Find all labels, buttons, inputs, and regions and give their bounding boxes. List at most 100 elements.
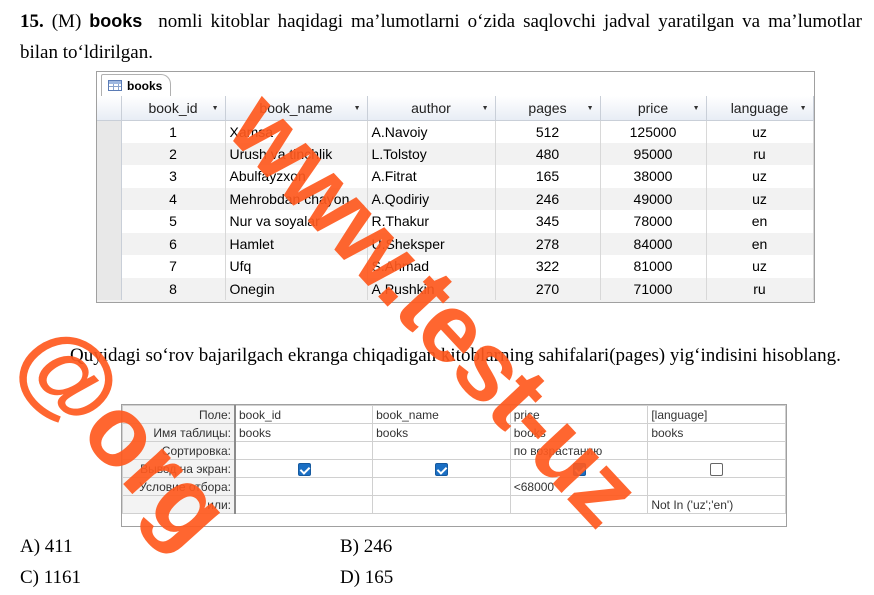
cell-price[interactable]: 49000 bbox=[600, 187, 707, 210]
grid-cell[interactable]: book_name bbox=[372, 405, 511, 424]
cell-book-id[interactable]: 2 bbox=[121, 142, 226, 165]
cell-language[interactable]: ru bbox=[706, 142, 814, 165]
grid-cell[interactable]: [language] bbox=[647, 405, 786, 424]
cell-language[interactable]: uz bbox=[706, 255, 814, 278]
cell-pages[interactable]: 278 bbox=[495, 232, 601, 255]
grid-cell[interactable] bbox=[372, 495, 511, 514]
cell-price[interactable]: 95000 bbox=[600, 142, 707, 165]
grid-cell[interactable] bbox=[234, 495, 374, 514]
grid-cell[interactable] bbox=[372, 441, 511, 460]
table-row[interactable]: 6 Hamlet U.Sheksper 278 84000 en bbox=[97, 232, 814, 255]
grid-cell[interactable] bbox=[372, 477, 511, 496]
cell-book-id[interactable]: 3 bbox=[121, 165, 226, 188]
cell-author[interactable]: U.Sheksper bbox=[367, 232, 496, 255]
column-header-book-id[interactable]: book_id ▼ bbox=[121, 96, 226, 121]
column-header-book-name[interactable]: book_name ▼ bbox=[225, 96, 368, 121]
grid-cell[interactable]: price bbox=[509, 405, 649, 424]
table-row[interactable]: 2 Urush va tinchlik L.Tolstoy 480 95000 … bbox=[97, 142, 814, 165]
cell-pages[interactable]: 322 bbox=[495, 255, 601, 278]
cell-book-id[interactable]: 1 bbox=[121, 120, 226, 143]
tab-books[interactable]: books bbox=[101, 74, 171, 96]
cell-pages[interactable]: 512 bbox=[495, 120, 601, 143]
cell-book-name[interactable]: Xamsa bbox=[225, 120, 368, 143]
cell-price[interactable]: 125000 bbox=[600, 120, 707, 143]
grid-cell[interactable] bbox=[234, 441, 374, 460]
dropdown-arrow-icon[interactable]: ▼ bbox=[212, 105, 219, 112]
cell-language[interactable]: uz bbox=[706, 120, 814, 143]
grid-cell[interactable] bbox=[509, 495, 649, 514]
cell-book-name[interactable]: Ufq bbox=[225, 255, 368, 278]
cell-author[interactable]: A.Pushkin bbox=[367, 277, 496, 300]
cell-price[interactable]: 84000 bbox=[600, 232, 707, 255]
grid-cell[interactable]: Not In ('uz';'en') bbox=[647, 495, 786, 514]
grid-cell[interactable]: по возрастанию bbox=[509, 441, 649, 460]
dropdown-arrow-icon[interactable]: ▼ bbox=[800, 105, 807, 112]
grid-cell[interactable]: books bbox=[372, 423, 511, 442]
cell-book-name[interactable]: Urush va tinchlik bbox=[225, 142, 368, 165]
cell-book-name[interactable]: Hamlet bbox=[225, 232, 368, 255]
show-checkbox[interactable] bbox=[434, 462, 448, 476]
answer-c[interactable]: C) 1161 bbox=[20, 567, 81, 589]
grid-cell[interactable]: books bbox=[647, 423, 786, 442]
row-selector[interactable] bbox=[97, 120, 122, 143]
grid-cell[interactable]: books bbox=[509, 423, 649, 442]
cell-author[interactable]: L.Tolstoy bbox=[367, 142, 496, 165]
show-checkbox[interactable] bbox=[572, 462, 586, 476]
row-selector[interactable] bbox=[97, 210, 122, 233]
grid-cell[interactable] bbox=[647, 441, 786, 460]
show-checkbox[interactable] bbox=[297, 462, 311, 476]
table-row[interactable]: 8 Onegin A.Pushkin 270 71000 ru bbox=[97, 277, 814, 300]
cell-pages[interactable]: 480 bbox=[495, 142, 601, 165]
row-selector[interactable] bbox=[97, 165, 122, 188]
cell-author[interactable]: S.Ahmad bbox=[367, 255, 496, 278]
dropdown-arrow-icon[interactable]: ▼ bbox=[354, 105, 361, 112]
table-row[interactable]: 1 Xamsa A.Navoiy 512 125000 uz bbox=[97, 120, 814, 143]
row-selector[interactable] bbox=[97, 255, 122, 278]
dropdown-arrow-icon[interactable]: ▼ bbox=[482, 105, 489, 112]
row-selector[interactable] bbox=[97, 187, 122, 210]
cell-author[interactable]: R.Thakur bbox=[367, 210, 496, 233]
cell-language[interactable]: ru bbox=[706, 277, 814, 300]
answer-b[interactable]: B) 246 bbox=[340, 536, 392, 558]
cell-pages[interactable]: 270 bbox=[495, 277, 601, 300]
cell-price[interactable]: 38000 bbox=[600, 165, 707, 188]
cell-book-id[interactable]: 8 bbox=[121, 277, 226, 300]
dropdown-arrow-icon[interactable]: ▼ bbox=[693, 105, 700, 112]
cell-author[interactable]: A.Fitrat bbox=[367, 165, 496, 188]
row-selector[interactable] bbox=[97, 277, 122, 300]
row-selector[interactable] bbox=[97, 232, 122, 255]
cell-pages[interactable]: 246 bbox=[495, 187, 601, 210]
cell-price[interactable]: 71000 bbox=[600, 277, 707, 300]
cell-price[interactable]: 81000 bbox=[600, 255, 707, 278]
cell-language[interactable]: uz bbox=[706, 165, 814, 188]
cell-book-name[interactable]: Mehrobdan chayon bbox=[225, 187, 368, 210]
column-header-price[interactable]: price ▼ bbox=[600, 96, 707, 121]
cell-book-id[interactable]: 5 bbox=[121, 210, 226, 233]
column-header-author[interactable]: author ▼ bbox=[367, 96, 496, 121]
cell-pages[interactable]: 345 bbox=[495, 210, 601, 233]
table-row[interactable]: 4 Mehrobdan chayon A.Qodiriy 246 49000 u… bbox=[97, 187, 814, 210]
column-header-language[interactable]: language ▼ bbox=[706, 96, 814, 121]
cell-book-id[interactable]: 4 bbox=[121, 187, 226, 210]
cell-language[interactable]: uz bbox=[706, 187, 814, 210]
table-row[interactable]: 5 Nur va soyalar R.Thakur 345 78000 en bbox=[97, 210, 814, 233]
cell-price[interactable]: 78000 bbox=[600, 210, 707, 233]
cell-book-name[interactable]: Abulfayzxon bbox=[225, 165, 368, 188]
table-row[interactable]: 7 Ufq S.Ahmad 322 81000 uz bbox=[97, 255, 814, 278]
column-header-pages[interactable]: pages ▼ bbox=[495, 96, 601, 121]
select-all-corner[interactable] bbox=[97, 96, 122, 121]
grid-cell[interactable] bbox=[234, 477, 374, 496]
table-row[interactable]: 3 Abulfayzxon A.Fitrat 165 38000 uz bbox=[97, 165, 814, 188]
grid-cell[interactable]: books bbox=[234, 423, 374, 442]
cell-language[interactable]: en bbox=[706, 232, 814, 255]
answer-a[interactable]: A) 411 bbox=[20, 536, 73, 558]
grid-cell[interactable]: <68000 bbox=[509, 477, 649, 496]
cell-book-id[interactable]: 6 bbox=[121, 232, 226, 255]
cell-language[interactable]: en bbox=[706, 210, 814, 233]
show-checkbox[interactable] bbox=[710, 462, 724, 476]
cell-author[interactable]: A.Qodiriy bbox=[367, 187, 496, 210]
grid-cell[interactable]: book_id bbox=[234, 405, 374, 424]
grid-cell[interactable] bbox=[647, 477, 786, 496]
cell-book-id[interactable]: 7 bbox=[121, 255, 226, 278]
dropdown-arrow-icon[interactable]: ▼ bbox=[587, 105, 594, 112]
